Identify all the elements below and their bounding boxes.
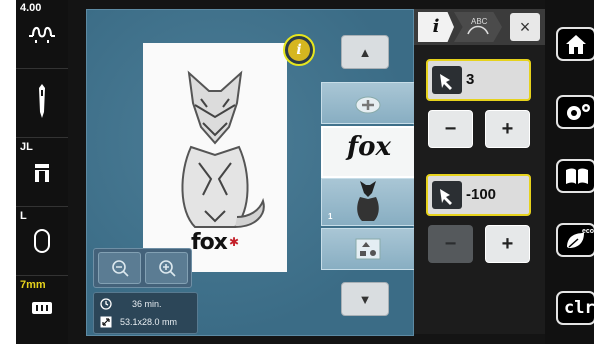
zoom-panel [93,248,192,288]
tab-info[interactable]: i [418,12,454,42]
add-layer-icon [355,96,381,114]
zoom-out-icon [111,260,129,277]
needle-cell[interactable] [16,70,68,136]
stitch-time: 36 min. [132,299,162,309]
stitch-width-cell[interactable]: 4.00 [16,0,68,66]
thread-cell[interactable]: 7mm [16,277,68,344]
hand-pointer-icon [432,181,462,209]
info-icon: i [288,39,310,61]
layer-stack: ▲ fox 1 ▼ [321,30,417,320]
scroll-up-button[interactable]: ▲ [341,35,389,69]
increase-2-button[interactable]: + [485,225,530,263]
layer-text-label: fox [346,132,392,162]
hoop-canvas[interactable]: fox ✱ [143,43,287,272]
clear-button[interactable]: clr [556,291,594,325]
shapes-icon [355,238,381,260]
design-size: 53.1x28.0 mm [120,317,178,327]
decrease-2-button[interactable]: − [428,225,473,263]
home-icon [566,35,586,54]
zoom-out-button[interactable] [98,252,141,284]
layer-text[interactable]: fox [321,126,417,178]
scroll-down-button[interactable]: ▼ [341,282,389,316]
value-2: -100 [466,186,497,203]
arrow-down-icon: ▼ [358,291,372,307]
layer-add[interactable] [321,82,415,124]
tutorial-button[interactable] [556,159,594,193]
eco-button[interactable]: eco [556,223,594,257]
resize-icon [100,316,112,328]
value-field-2[interactable]: -100 [426,174,531,216]
status-bar: 4.00 JL L 7mm [16,0,68,344]
stitch-plate-icon [16,301,68,320]
layer-number: 1 [328,212,333,221]
main-navigation: eco clr [545,0,594,344]
arrow-up-icon: ▲ [358,44,372,60]
presser-foot-cell[interactable]: JL [16,139,68,205]
home-button[interactable] [556,27,594,61]
presser-foot-value: JL [20,141,33,153]
design-text: fox [191,230,228,255]
stitch-width-value: 4.00 [20,2,42,14]
settings-button[interactable] [556,95,594,129]
embroidery-workspace: fox ✱ i 36 min. 53.1x28.0 mm ▲ fox 1 ▼ [86,9,417,336]
svg-text:ABC: ABC [471,17,488,26]
value-field-1[interactable]: 3 [426,59,531,101]
stitch-width-icon [16,20,68,49]
needle-icon [16,84,68,123]
presser-foot-icon [16,163,68,188]
zoom-in-button[interactable] [145,252,188,284]
book-icon [566,168,588,184]
fox-thumbnail-icon [357,181,379,221]
info-button[interactable]: i [283,34,315,66]
close-button[interactable]: × [510,13,540,41]
clock-icon [100,298,112,310]
increase-1-button[interactable]: + [485,110,530,148]
thread-length-value: 7mm [20,279,46,291]
hoop-icon [16,228,68,259]
edit-panel: i ABC × 3 − + -100 − + [414,9,545,334]
eco-label: eco [582,228,594,235]
hand-pointer-icon [432,66,462,94]
decrease-1-button[interactable]: − [428,110,473,148]
tab-lettering[interactable]: ABC [454,12,502,42]
panel-tabs: i ABC × [414,9,545,45]
layer-design[interactable]: 1 [321,178,415,226]
hoop-cell[interactable]: L [16,208,68,274]
layer-shapes[interactable] [321,228,415,270]
hoop-value: L [20,210,27,222]
text-arc-icon: ABC [467,17,489,35]
design-info-panel: 36 min. 53.1x28.0 mm [93,292,198,334]
needle-position-icon: ✱ [229,235,240,249]
settings-icon [567,104,590,120]
zoom-in-icon [158,260,176,277]
value-1: 3 [466,71,475,88]
